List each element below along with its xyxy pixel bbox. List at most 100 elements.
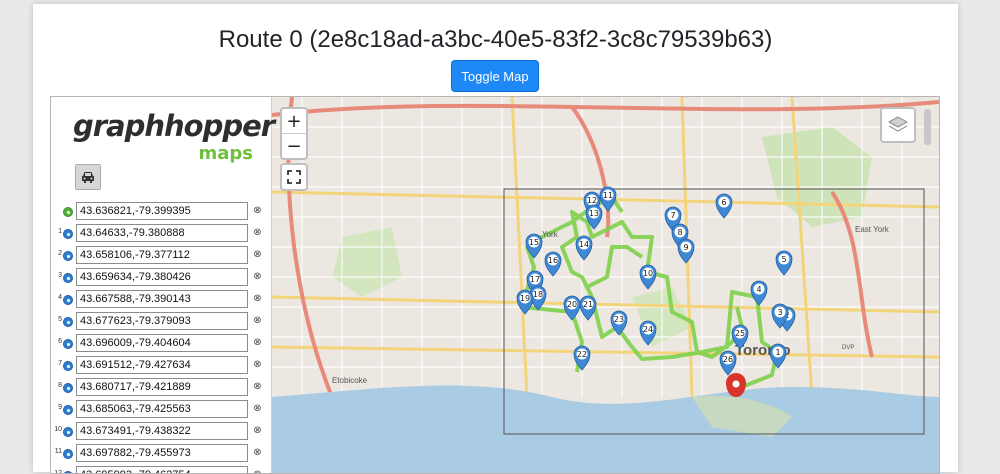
- pin-label: 13: [589, 209, 599, 218]
- pin-label: 25: [735, 329, 745, 338]
- map-scrollbar[interactable]: [924, 109, 931, 145]
- via-marker-icon[interactable]: [63, 383, 73, 393]
- waypoint-input[interactable]: [76, 202, 248, 220]
- waypoint-number: 2: [58, 250, 62, 257]
- graphhopper-logo: graphhopper maps: [73, 105, 275, 165]
- pin-label: 16: [548, 256, 558, 265]
- pin-label: 22: [577, 350, 587, 359]
- layers-icon: [887, 116, 909, 132]
- pin-label: 14: [579, 240, 589, 249]
- pin-label: 15: [529, 238, 539, 247]
- via-marker-icon[interactable]: [63, 427, 73, 437]
- waypoint-input[interactable]: [76, 378, 248, 396]
- remove-waypoint-icon[interactable]: ⊗: [252, 359, 263, 370]
- waypoint-row: 6⊗: [51, 333, 271, 355]
- toggle-map-button[interactable]: Toggle Map: [451, 60, 539, 92]
- waypoint-row: 5⊗: [51, 311, 271, 333]
- waypoint-number: 9: [58, 404, 62, 411]
- dvp-label: DVP: [842, 345, 854, 351]
- remove-waypoint-icon[interactable]: ⊗: [252, 249, 263, 260]
- route-panel: Route 0 (2e8c18ad-a3bc-40e5-83f2-3c8c795…: [33, 4, 958, 474]
- waypoint-input[interactable]: [76, 466, 248, 473]
- route-map[interactable]: Toronto East York York Etobicoke DVP 123…: [271, 97, 939, 473]
- waypoint-input[interactable]: [76, 224, 248, 242]
- pin-label: 20: [567, 300, 577, 309]
- remove-waypoint-icon[interactable]: ⊗: [252, 227, 263, 238]
- remove-waypoint-icon[interactable]: ⊗: [252, 205, 263, 216]
- waypoint-number: 10: [54, 426, 62, 433]
- remove-waypoint-icon[interactable]: ⊗: [252, 403, 263, 414]
- car-icon: [82, 172, 94, 183]
- fullscreen-button[interactable]: [282, 165, 306, 189]
- waypoint-input[interactable]: [76, 356, 248, 374]
- via-marker-icon[interactable]: [63, 251, 73, 261]
- via-marker-icon[interactable]: [63, 339, 73, 349]
- zoom-out-button[interactable]: −: [282, 134, 306, 158]
- waypoint-number: 6: [58, 338, 62, 345]
- remove-waypoint-icon[interactable]: ⊗: [252, 293, 263, 304]
- york-label: York: [542, 230, 559, 239]
- waypoint-number: 1: [58, 228, 62, 235]
- pin-label: 9: [683, 243, 688, 252]
- waypoint-input[interactable]: [76, 444, 248, 462]
- waypoint-list: ⊗1⊗2⊗3⊗4⊗5⊗6⊗7⊗8⊗9⊗10⊗11⊗12⊗: [51, 201, 271, 474]
- layers-control[interactable]: [880, 107, 916, 143]
- waypoint-number: 4: [58, 294, 62, 301]
- via-marker-icon[interactable]: [63, 361, 73, 371]
- remove-waypoint-icon[interactable]: ⊗: [252, 447, 263, 458]
- waypoint-row: 12⊗: [51, 465, 271, 474]
- zoom-control: + −: [280, 107, 308, 160]
- pin-label: 3: [777, 308, 782, 317]
- waypoint-row: 1⊗: [51, 223, 271, 245]
- pin-label: 26: [723, 355, 733, 364]
- via-marker-icon[interactable]: [63, 449, 73, 459]
- waypoint-number: 11: [54, 448, 62, 455]
- pin-label: 24: [643, 325, 653, 334]
- waypoint-row: 4⊗: [51, 289, 271, 311]
- via-marker-icon[interactable]: [63, 273, 73, 283]
- pin-label: 21: [583, 300, 593, 309]
- east-york-label: East York: [855, 225, 890, 234]
- zoom-in-button[interactable]: +: [282, 109, 306, 134]
- via-marker-icon[interactable]: [63, 229, 73, 239]
- waypoint-input[interactable]: [76, 400, 248, 418]
- remove-waypoint-icon[interactable]: ⊗: [252, 381, 263, 392]
- pin-label: 11: [603, 191, 613, 200]
- waypoint-row: 11 ⊗: [51, 443, 271, 465]
- waypoint-input[interactable]: [76, 246, 248, 264]
- remove-waypoint-icon[interactable]: ⊗: [252, 315, 263, 326]
- via-marker-icon[interactable]: [63, 317, 73, 327]
- waypoint-number: 5: [58, 316, 62, 323]
- remove-waypoint-icon[interactable]: ⊗: [252, 337, 263, 348]
- waypoint-input[interactable]: [76, 312, 248, 330]
- page-title: Route 0 (2e8c18ad-a3bc-40e5-83f2-3c8c795…: [218, 26, 773, 53]
- pin-label: 18: [533, 290, 543, 299]
- waypoint-input[interactable]: [76, 422, 248, 440]
- waypoint-input[interactable]: [76, 334, 248, 352]
- car-vehicle-button[interactable]: [75, 164, 101, 190]
- map-canvas[interactable]: Toronto East York York Etobicoke DVP 123…: [271, 97, 939, 473]
- waypoint-row: 3⊗: [51, 267, 271, 289]
- logo-subtitle: maps: [198, 143, 253, 164]
- waypoint-input[interactable]: [76, 290, 248, 308]
- route-sidebar: graphhopper maps ⊗1⊗2⊗3⊗4⊗5⊗6⊗7⊗8⊗9⊗10⊗1…: [51, 97, 275, 474]
- pin-label: 6: [721, 198, 726, 207]
- via-marker-icon[interactable]: [63, 295, 73, 305]
- pin-label: 12: [587, 196, 597, 205]
- pin-label: 10: [643, 269, 653, 278]
- pin-label: 1: [775, 348, 780, 357]
- fullscreen-icon: [287, 170, 301, 184]
- waypoint-row: 10 ⊗: [51, 421, 271, 443]
- waypoint-input[interactable]: [76, 268, 248, 286]
- waypoint-number: 12: [54, 470, 62, 474]
- waypoint-number: 3: [58, 272, 62, 279]
- via-marker-icon[interactable]: [63, 405, 73, 415]
- waypoint-number: 7: [58, 360, 62, 367]
- logo-wordmark: graphhopper: [73, 109, 275, 143]
- start-marker-icon[interactable]: [63, 207, 73, 217]
- remove-waypoint-icon[interactable]: ⊗: [252, 271, 263, 282]
- fullscreen-control: [280, 163, 308, 191]
- remove-waypoint-icon[interactable]: ⊗: [252, 425, 263, 436]
- waypoint-row: 9⊗: [51, 399, 271, 421]
- etobicoke-label: Etobicoke: [332, 376, 368, 385]
